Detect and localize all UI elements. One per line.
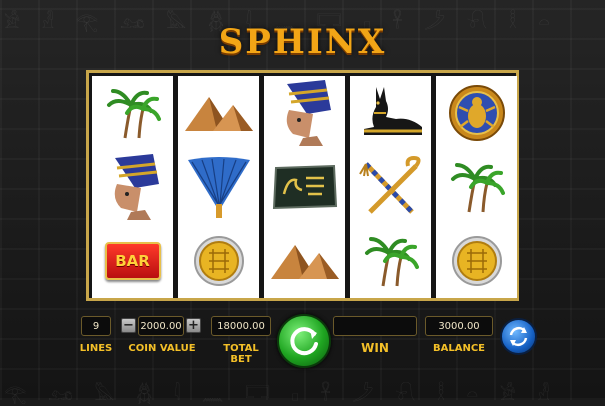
total-bet-display: 18000.00 bbox=[211, 316, 271, 336]
symbol-anubis bbox=[350, 76, 431, 150]
crook-and-flail-icon bbox=[358, 156, 421, 214]
symbol-gold-coin bbox=[436, 224, 517, 298]
total-bet-label: TOTAL BET bbox=[223, 343, 259, 365]
scarab-icon bbox=[448, 85, 505, 141]
autoplay-icon bbox=[509, 326, 528, 347]
symbol-hieroglyph-tablet bbox=[264, 150, 345, 224]
pyramids-icon bbox=[184, 97, 253, 131]
anubis-icon bbox=[363, 87, 422, 135]
autoplay-button[interactable] bbox=[500, 318, 537, 355]
reel-2 bbox=[178, 76, 259, 298]
reel-3 bbox=[264, 76, 345, 298]
balance-label: BALANCE bbox=[432, 343, 485, 354]
palm-trees-icon bbox=[450, 163, 505, 213]
win-label: WIN bbox=[361, 341, 389, 355]
balance-display: 3000.00 bbox=[425, 316, 493, 336]
spin-arrows-icon bbox=[290, 327, 318, 356]
lines-display[interactable]: 9 bbox=[81, 316, 111, 336]
symbol-fan bbox=[178, 150, 259, 224]
reel-5 bbox=[436, 76, 517, 298]
coin-value-label: COIN VALUE bbox=[128, 343, 196, 354]
gold-coin-icon bbox=[451, 236, 502, 286]
coin-value-display: 2000.00 bbox=[138, 316, 184, 336]
hieroglyph-border-bottom: 𓂀 𓃭 𓅓 𓆣 𓇋 𓈖 𓉐 𓊪 𓋹 𓌳 𓍯 𓎛 𓏏 𓀀 𓁐 bbox=[4, 384, 558, 405]
symbol-crook-and-flail bbox=[350, 150, 431, 224]
symbol-palm-trees bbox=[350, 224, 431, 298]
symbol-pyramids bbox=[264, 224, 345, 298]
palm-trees-icon bbox=[106, 89, 161, 139]
symbol-palm-trees bbox=[436, 150, 517, 224]
hieroglyph-tablet-icon bbox=[272, 164, 337, 210]
coin-plus-button[interactable]: + bbox=[186, 318, 201, 333]
pyramids-icon bbox=[270, 245, 339, 279]
coin-minus-button[interactable]: − bbox=[121, 318, 136, 333]
nefertiti-icon bbox=[114, 154, 159, 220]
win-display bbox=[333, 316, 417, 336]
symbol-scarab bbox=[436, 76, 517, 150]
fan-icon bbox=[187, 157, 250, 218]
symbol-nefertiti bbox=[92, 150, 173, 224]
symbol-pyramids bbox=[178, 76, 259, 150]
reel-1: BAR bbox=[92, 76, 173, 298]
palm-trees-icon bbox=[364, 237, 419, 287]
symbol-nefertiti bbox=[264, 76, 345, 150]
reels-frame: BAR bbox=[86, 70, 519, 301]
nefertiti-icon bbox=[286, 80, 331, 146]
symbol-bar: BAR bbox=[92, 224, 173, 298]
spin-button[interactable] bbox=[277, 314, 331, 368]
gold-coin-icon bbox=[193, 236, 244, 286]
game-title: SPHINX bbox=[218, 22, 387, 62]
symbol-palm-trees bbox=[92, 76, 173, 150]
reel-4 bbox=[350, 76, 431, 298]
lines-label: LINES bbox=[79, 343, 113, 354]
bar-label: BAR bbox=[115, 252, 150, 270]
symbol-gold-coin bbox=[178, 224, 259, 298]
